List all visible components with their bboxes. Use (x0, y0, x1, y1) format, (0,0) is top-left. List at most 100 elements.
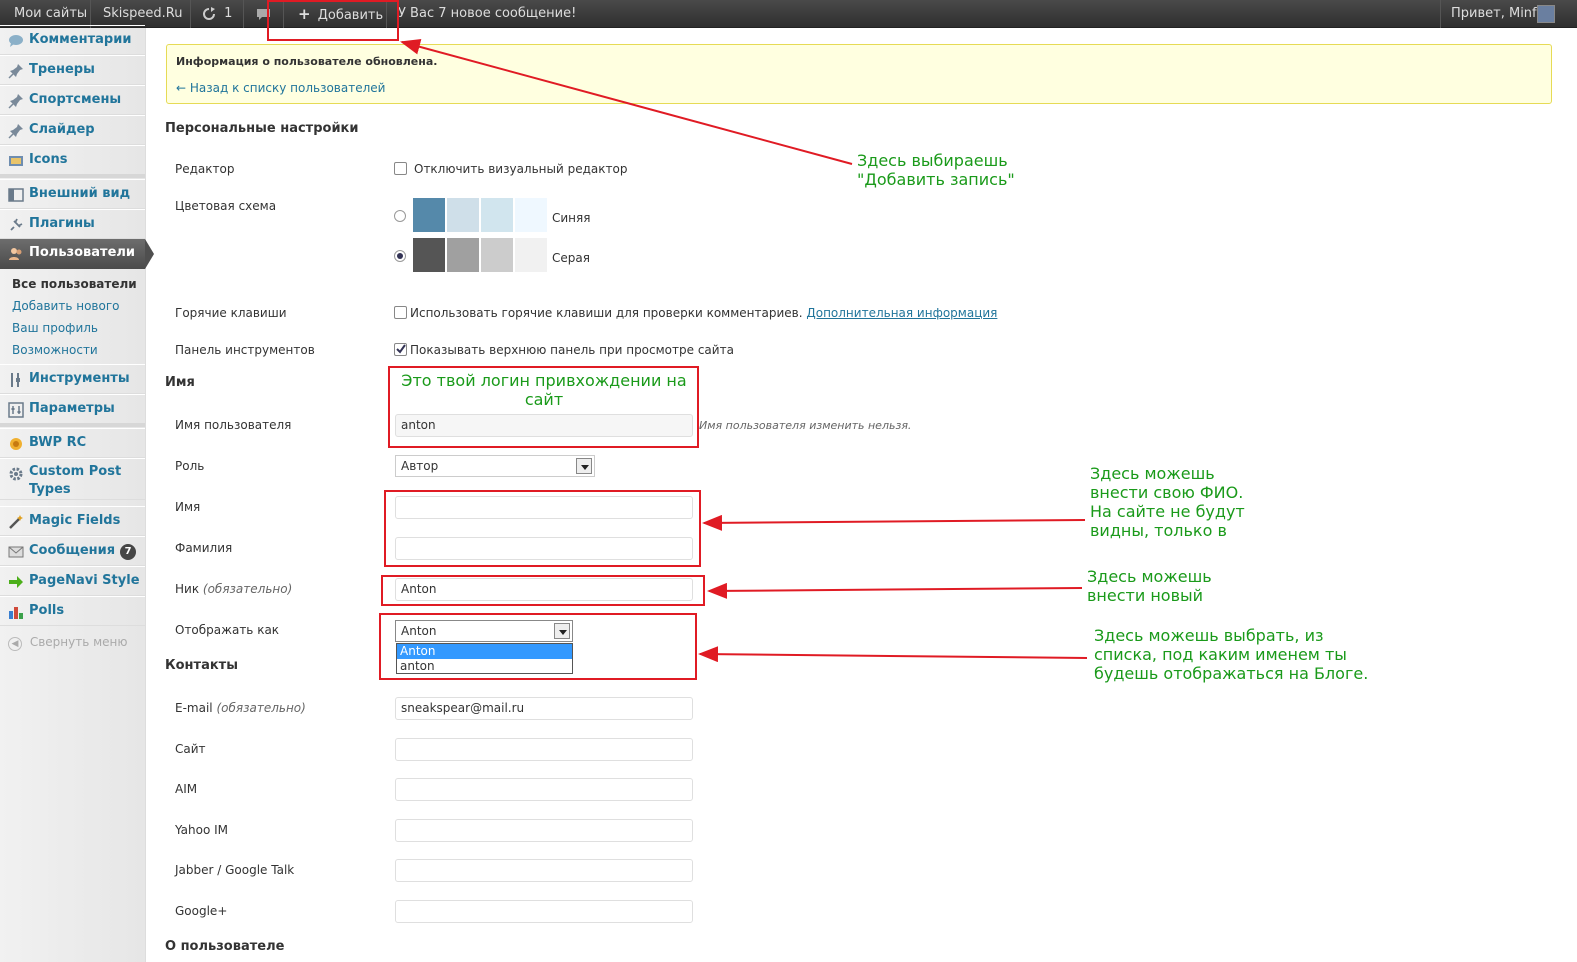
annotation-arrows (400, 38, 1088, 663)
hotkeys-checkbox[interactable] (394, 306, 407, 319)
gray-swatch-3 (481, 238, 513, 272)
menu-trainers[interactable]: Тренеры (0, 55, 145, 85)
aim-field[interactable] (395, 778, 693, 801)
menu-magic-fields[interactable]: Magic Fields (0, 506, 145, 536)
menu-icons[interactable]: Icons (0, 145, 145, 175)
admin-bar-separator (190, 0, 191, 28)
annotation-box-fullname (384, 490, 701, 567)
email-field[interactable]: sneakspear@mail.ru (395, 697, 693, 720)
pin-icon (8, 124, 23, 139)
chart-icon (9, 607, 23, 619)
aim-label: AIM (175, 782, 198, 796)
greeting-link[interactable]: Привет, Minfo (1451, 0, 1545, 28)
collapse-menu-label: Свернуть меню (29, 635, 128, 649)
blue-scheme-radio[interactable] (394, 210, 406, 222)
menu-tools[interactable]: Инструменты (0, 364, 145, 394)
messages-count-badge: 7 (120, 544, 137, 560)
site-name-link[interactable]: Skispeed.Ru (103, 0, 183, 28)
disable-visual-editor-checkbox[interactable] (394, 162, 407, 175)
menu-magic-fields-label: Magic Fields (29, 513, 121, 528)
comment-icon (9, 35, 23, 47)
refresh-icon (203, 6, 215, 20)
menu-icons-label: Icons (29, 152, 68, 167)
note-fio-line-4: видны, только в (1090, 521, 1227, 540)
menu-plugins[interactable]: Плагины (0, 209, 145, 239)
disable-visual-editor-text: Отключить визуальный редактор (414, 162, 628, 176)
menu-comments[interactable]: Комментарии (0, 25, 145, 55)
display-name-label: Отображать как (175, 623, 280, 637)
note-display-line-1: Здесь можешь выбрать, из (1094, 626, 1324, 645)
updates-button[interactable]: 1 (202, 0, 232, 28)
active-menu-arrow (145, 239, 154, 269)
gray-swatch-4 (515, 238, 547, 272)
note-display-line-2: списка, под каким именем ты (1094, 645, 1347, 664)
note-display-name: Здесь можешь выбрать, из списка, под как… (1094, 626, 1368, 683)
menu-plugins-label: Плагины (29, 216, 95, 231)
menu-polls[interactable]: Polls (0, 596, 145, 626)
note-fio-line-1: Здесь можешь (1090, 464, 1215, 483)
menu-slider-label: Слайдер (29, 122, 95, 137)
website-field[interactable] (395, 738, 693, 761)
gear-icon (9, 467, 23, 481)
name-heading: Имя (165, 375, 195, 390)
username-label: Имя пользователя (175, 418, 292, 432)
menu-separator (0, 423, 145, 427)
users-icon (9, 248, 22, 260)
blue-swatch-1 (413, 198, 445, 232)
my-sites-link[interactable]: Мои сайты (14, 0, 87, 28)
submenu-capabilities[interactable]: Возможности (12, 343, 98, 357)
admin-bar-separator (243, 0, 244, 28)
checkmark-icon (396, 344, 406, 354)
update-notice: Информация о пользователе обновлена. ← Н… (166, 44, 1552, 104)
first-name-label: Имя (175, 500, 201, 514)
annotation-box-add (267, 0, 399, 41)
collapse-menu-button[interactable]: ◀ Свернуть меню (8, 635, 128, 651)
menu-messages[interactable]: Сообщения 7 (0, 536, 145, 566)
menu-athletes[interactable]: Спортсмены (0, 85, 145, 115)
editor-label: Редактор (175, 162, 235, 176)
role-value: Автор (401, 459, 439, 473)
gray-scheme-radio[interactable] (394, 250, 406, 262)
last-name-label: Фамилия (175, 541, 233, 555)
contacts-heading: Контакты (165, 658, 238, 673)
back-to-users-link[interactable]: ← Назад к списку пользователей (176, 81, 385, 95)
yahoo-field[interactable] (395, 819, 693, 842)
submenu-add-new[interactable]: Добавить нового (12, 299, 119, 313)
menu-slider[interactable]: Слайдер (0, 115, 145, 145)
note-nick-line-2: внести новый (1087, 586, 1204, 605)
settings-icon (8, 402, 24, 418)
jabber-field[interactable] (395, 859, 693, 882)
toolbar-label: Панель инструментов (175, 343, 315, 357)
menu-bwp-rc[interactable]: BWP RC (0, 428, 145, 458)
blue-swatch-4 (515, 198, 547, 232)
google-plus-field[interactable] (395, 900, 693, 923)
menu-tools-label: Инструменты (29, 371, 130, 386)
submenu-your-profile[interactable]: Ваш профиль (12, 321, 98, 335)
note-fio-line-2: внести свою ФИО. (1090, 483, 1244, 502)
show-toolbar-checkbox[interactable] (394, 343, 407, 356)
menu-users[interactable]: Пользователи (0, 239, 154, 269)
arrow-to-display-name (698, 646, 1088, 663)
note-display-line-3: будешь отображаться на Блоге. (1094, 664, 1369, 683)
menu-appearance[interactable]: Внешний вид (0, 179, 145, 209)
yahoo-label: Yahoo IM (175, 823, 229, 837)
email-required-note: (обязательно) (216, 701, 306, 715)
arrow-to-fullname (702, 514, 1086, 531)
email-label-text: E-mail (175, 701, 213, 715)
note-nick-line-1: Здесь можешь (1087, 567, 1212, 586)
menu-users-label: Пользователи (29, 245, 136, 260)
submenu-all-users[interactable]: Все пользователи (12, 277, 137, 291)
menu-pagenavi-style[interactable]: PageNavi Style (0, 566, 145, 596)
note-nickname: Здесь можешь внести новый (1087, 567, 1212, 605)
menu-settings[interactable]: Параметры (0, 394, 145, 424)
menu-custom-post-types[interactable]: Custom Post Types (0, 458, 145, 500)
role-select[interactable]: Автор (395, 455, 595, 477)
avatar[interactable] (1537, 5, 1555, 23)
hotkeys-more-info-link[interactable]: Дополнительная информация (806, 306, 997, 320)
new-message-link[interactable]: У Вас 7 новое сообщение! (398, 0, 576, 28)
pin-icon (8, 64, 23, 79)
gray-scheme-label: Серая (552, 251, 590, 265)
annotation-box-display-name (379, 613, 697, 680)
nickname-label: Ник (обязательно) (175, 582, 292, 596)
color-scheme-label: Цветовая схема (175, 199, 277, 213)
